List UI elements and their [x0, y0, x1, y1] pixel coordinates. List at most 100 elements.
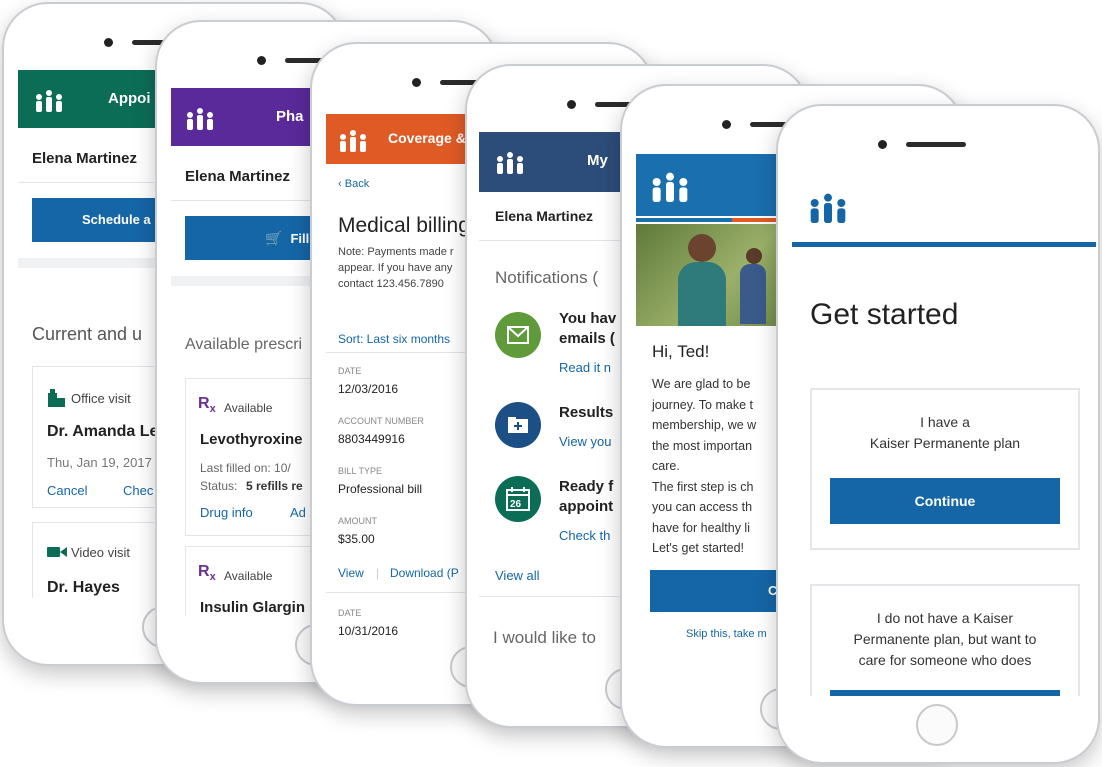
header-title: Pha [276, 108, 304, 125]
header-title: Appoi [108, 90, 151, 107]
body-line: journey. To make t [652, 397, 753, 412]
results-notification-icon [495, 402, 541, 448]
cancel-link[interactable]: Cancel [47, 483, 87, 498]
notifications-title: Notifications ( [495, 268, 598, 287]
header-rule [792, 242, 1096, 247]
body-line: the most importan [652, 438, 753, 453]
notification-title: Ready f [559, 478, 614, 495]
home-button[interactable] [916, 704, 958, 746]
view-results-link[interactable]: View you [559, 434, 612, 449]
user-name[interactable]: Elena Martinez [185, 168, 290, 185]
calendar-day: 26 [510, 499, 522, 510]
download-link[interactable]: Download (P [390, 566, 459, 580]
check-link[interactable]: Check th [559, 528, 610, 543]
section-title: Available prescri [185, 336, 303, 353]
field-value: Professional bill [338, 482, 423, 496]
front-camera [104, 38, 113, 47]
note-line: contact 123.456.7890 [338, 278, 444, 290]
drug-name: Levothyroxine [200, 431, 303, 448]
view-link[interactable]: View [338, 566, 364, 580]
continue-button[interactable]: Continue [830, 478, 1060, 524]
page-title: Get started [810, 298, 959, 331]
body-line: The first step is ch [652, 479, 754, 494]
video-camera-icon [47, 547, 67, 557]
runner-figure [740, 248, 766, 326]
kaiser-logo-icon [187, 108, 213, 130]
field-value: $35.00 [338, 532, 375, 546]
greeting: Hi, Ted! [652, 342, 710, 361]
notification-title: You hav [559, 310, 617, 327]
header-title: My [587, 152, 608, 169]
drug-name: Insulin Glargin [200, 599, 306, 616]
kaiser-logo-icon [36, 90, 62, 112]
continue-button[interactable] [830, 690, 1060, 696]
building-icon [48, 389, 65, 407]
notification-title: Results [559, 404, 614, 421]
envelope-icon [507, 326, 529, 344]
field-label: BILL TYPE [338, 466, 383, 476]
speaker-grille [906, 142, 966, 147]
note-line: appear. If you have any [338, 262, 453, 274]
kaiser-logo-icon [497, 152, 523, 174]
schedule-label: Schedule a [82, 212, 151, 227]
drug-info-link[interactable]: Drug info [200, 505, 253, 520]
medical-folder-icon [508, 417, 528, 433]
field-value: 10/31/2016 [338, 624, 399, 638]
availability-badge: Available [224, 569, 273, 583]
notification-title: emails ( [559, 330, 615, 347]
body-line: Let's get started! [652, 541, 745, 555]
back-label: Back [344, 178, 370, 190]
front-camera [567, 100, 576, 109]
body-line: have for healthy li [652, 520, 750, 535]
skip-link[interactable]: Skip this, take m [686, 628, 767, 640]
option-line: care for someone who does [858, 652, 1032, 668]
appointment-notification-icon: 26 [495, 476, 541, 522]
chevron-left-icon: ‹ [338, 178, 345, 190]
section-title: I would like to [493, 628, 596, 647]
read-link[interactable]: Read it n [559, 360, 611, 375]
welcome-body: We are glad to be journey. To make t mem… [652, 374, 756, 559]
rx-icon: Rx [198, 563, 216, 584]
user-name[interactable]: Elena Martinez [32, 150, 137, 167]
visit-type: Office visit [71, 391, 131, 406]
user-name[interactable]: Elena Martinez [495, 208, 593, 224]
runner-figure [674, 234, 730, 326]
option-line: Kaiser Permanente plan [869, 435, 1021, 451]
last-filled: Last filled on: 10/ [200, 461, 291, 475]
header-title: Coverage & [388, 130, 466, 146]
section-title: Current and u [32, 324, 143, 344]
kaiser-logo-icon [810, 193, 846, 223]
body-line: you can access th [652, 500, 753, 514]
option-line: Permanente plan, but want to [853, 631, 1037, 647]
front-camera [257, 56, 266, 65]
add-link[interactable]: Ad [290, 505, 306, 520]
field-value: 12/03/2016 [338, 382, 399, 396]
rx-icon: Rx [198, 395, 216, 416]
check-link[interactable]: Chec [123, 483, 153, 498]
back-link[interactable]: ‹ Back [338, 178, 369, 190]
sort-dropdown[interactable]: Sort: Last six months [338, 332, 450, 346]
screen: Get started I have a Kaiser Permanente p… [792, 176, 1096, 696]
option-line: I have a [920, 414, 970, 430]
phone-get-started: Get started I have a Kaiser Permanente p… [776, 104, 1100, 764]
kaiser-logo-icon [652, 172, 688, 202]
plan-option-card[interactable]: I do not have a Kaiser Permanente plan, … [810, 584, 1080, 696]
link-separator: | [376, 566, 380, 580]
cart-icon: 🛒 [265, 230, 283, 246]
visit-type: Video visit [71, 545, 131, 560]
status-value: 5 refills re [246, 479, 303, 493]
note-line: Note: Payments made r [338, 246, 454, 258]
field-label: DATE [338, 366, 362, 376]
plan-option-card[interactable]: I have a Kaiser Permanente plan Continue [810, 388, 1080, 550]
notification-title: appoint [559, 498, 614, 515]
field-value: 8803449916 [338, 432, 405, 446]
view-all-link[interactable]: View all [495, 568, 540, 583]
status-label: Status: [200, 479, 238, 493]
field-label: ACCOUNT NUMBER [338, 416, 424, 426]
field-label: DATE [338, 608, 362, 618]
email-notification-icon [495, 312, 541, 358]
doctor-name: Dr. Amanda Le [47, 423, 159, 440]
availability-badge: Available [224, 401, 273, 415]
front-camera [412, 78, 421, 87]
kaiser-logo-icon [340, 130, 366, 152]
